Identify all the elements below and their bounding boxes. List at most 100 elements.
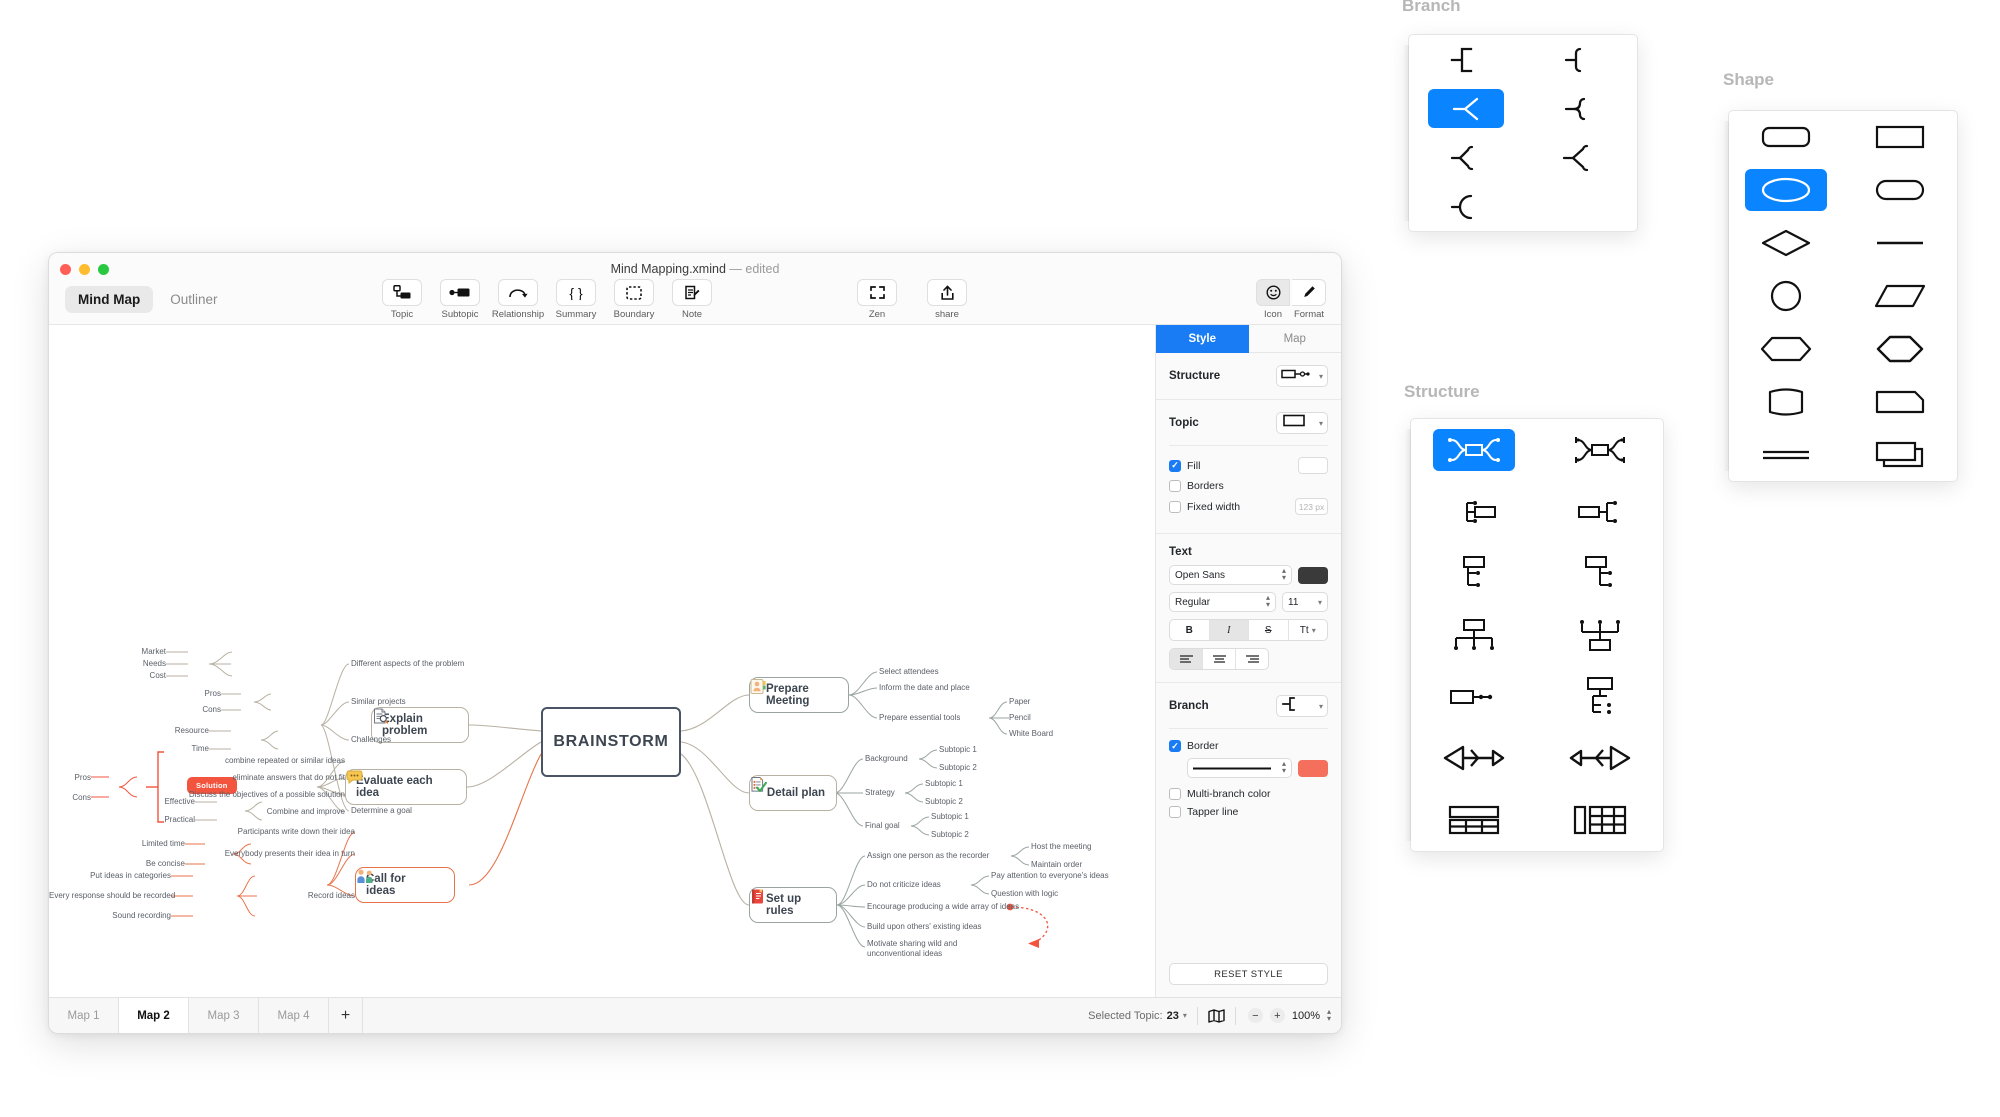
leaf-question-with-logic[interactable]: Question with logic — [991, 889, 1058, 898]
leaf-paper[interactable]: Paper — [1009, 697, 1030, 706]
strikethrough-button[interactable]: S — [1249, 620, 1289, 640]
leaf-final-goal-subtopic-2[interactable]: Subtopic 2 — [931, 830, 969, 839]
align-right-button[interactable] — [1236, 649, 1268, 669]
structure-dropdown[interactable]: ▾ — [1276, 365, 1328, 387]
borders-checkbox[interactable] — [1169, 480, 1181, 492]
fill-color-swatch[interactable] — [1298, 457, 1328, 474]
leaf-time[interactable]: Time — [169, 744, 209, 753]
inspector-toggle-icon[interactable]: Icon — [1255, 279, 1291, 320]
leaf-participants-write[interactable]: Participants write down their idea — [209, 827, 355, 836]
shape-option-diamond[interactable] — [1729, 217, 1843, 270]
leaf-cost[interactable]: Cost — [134, 671, 166, 680]
shape-option-double-line[interactable] — [1729, 428, 1843, 481]
leaf-do-not-criticize[interactable]: Do not criticize ideas — [867, 880, 941, 889]
inspector-toggle-format[interactable]: Format — [1291, 279, 1327, 320]
branch-style-dropdown[interactable]: ▾ — [1276, 695, 1328, 717]
leaf-sound-recording[interactable]: Sound recording — [71, 911, 171, 920]
leaf-prepare-essential-tools[interactable]: Prepare essential tools — [879, 713, 960, 722]
structure-option-tree-table[interactable] — [1537, 666, 1663, 728]
shape-option-cut-corner[interactable] — [1843, 375, 1957, 428]
shape-option-stadium[interactable] — [1843, 164, 1957, 217]
shape-option-hexagon-tall[interactable] — [1843, 322, 1957, 375]
leaf-be-concise[interactable]: Be concise — [115, 859, 185, 868]
map-tab-4[interactable]: Map 4 — [259, 998, 329, 1033]
leaf-every-response-recorded[interactable]: Every response should be recorded — [49, 891, 175, 900]
selected-topic-indicator[interactable]: Selected Topic: 23 ▾ — [1088, 1010, 1197, 1022]
leaf-motivate-sharing-wild[interactable]: Motivate sharing wild and unconventional… — [867, 939, 987, 959]
shape-option-hexagon-flat[interactable] — [1729, 322, 1843, 375]
structure-option-balanced-map-alt[interactable] — [1537, 419, 1663, 481]
leaf-different-aspects[interactable]: Different aspects of the problem — [351, 659, 464, 668]
structure-option-matrix[interactable] — [1411, 789, 1537, 851]
central-topic[interactable]: BRAINSTORM — [541, 707, 681, 777]
multi-branch-color-checkbox[interactable] — [1169, 788, 1181, 800]
map-tab-3[interactable]: Map 3 — [189, 998, 259, 1033]
branch-option-arrow-fork[interactable] — [1409, 84, 1523, 133]
topic-evaluate-each-idea[interactable]: Evaluate each idea — [345, 769, 467, 805]
leaf-build-upon-others[interactable]: Build upon others' existing ideas — [867, 922, 982, 931]
font-size-select[interactable]: 11 ▾ — [1282, 592, 1328, 612]
leaf-combine-repeated[interactable]: combine repeated or similar ideas — [199, 756, 345, 765]
toolbar-topic-button[interactable]: Topic — [379, 279, 425, 320]
font-weight-select[interactable]: Regular ▴ ▾ — [1169, 592, 1276, 612]
leaf-strategy-subtopic-2[interactable]: Subtopic 2 — [925, 797, 963, 806]
toolbar-zen-button[interactable]: Zen — [854, 279, 900, 320]
branch-option-round-bracket[interactable] — [1523, 35, 1637, 84]
toolbar-relationship-button[interactable]: Relationship — [492, 279, 544, 320]
toolbar-boundary-button[interactable]: Boundary — [611, 279, 657, 320]
leaf-determine-a-goal[interactable]: Determine a goal — [351, 806, 412, 815]
branch-line-style-select[interactable]: ▴ ▾ — [1187, 758, 1292, 778]
inspector-tab-map[interactable]: Map — [1248, 325, 1341, 353]
leaf-similar-pros[interactable]: Pros — [189, 689, 221, 698]
bold-button[interactable]: B — [1170, 620, 1210, 640]
leaf-final-goal-subtopic-1[interactable]: Subtopic 1 — [931, 812, 969, 821]
structure-option-org-down[interactable] — [1411, 604, 1537, 666]
leaf-strategy-subtopic-1[interactable]: Subtopic 1 — [925, 779, 963, 788]
leaf-needs[interactable]: Needs — [134, 659, 166, 668]
inspector-tab-style[interactable]: Style — [1156, 325, 1249, 353]
leaf-encourage-wide-array[interactable]: Encourage producing a wide array of idea… — [867, 902, 1019, 911]
leaf-background-subtopic-2[interactable]: Subtopic 2 — [939, 763, 977, 772]
leaf-discuss-objectives[interactable]: Discuss the objectives of a possible sol… — [179, 790, 345, 799]
topic-detail-plan[interactable]: Detail plan — [749, 775, 837, 811]
toolbar-share-button[interactable]: share — [924, 279, 970, 320]
align-left-button[interactable] — [1170, 649, 1203, 669]
topic-prepare-meeting[interactable]: Prepare Meeting — [749, 677, 849, 713]
map-overview-button[interactable] — [1198, 1008, 1235, 1023]
branch-color-swatch[interactable] — [1298, 759, 1328, 777]
shape-option-rounded-rect[interactable] — [1729, 111, 1843, 164]
branch-option-square-bracket[interactable] — [1409, 35, 1523, 84]
structure-option-balanced-map[interactable] — [1411, 419, 1537, 481]
map-tab-1[interactable]: Map 1 — [49, 998, 119, 1033]
leaf-solution-pros[interactable]: Pros — [69, 773, 91, 782]
leaf-everybody-presents[interactable]: Everybody presents their idea in turn — [199, 849, 355, 858]
mindmap-canvas[interactable]: BRAINSTORM Explain problem Evaluate each… — [49, 325, 1156, 997]
branch-option-arc[interactable] — [1409, 182, 1523, 231]
italic-button[interactable]: I — [1209, 620, 1249, 640]
toolbar-note-button[interactable]: Note — [669, 279, 715, 320]
add-map-button[interactable]: + — [329, 998, 363, 1033]
font-family-select[interactable]: Open Sans ▴ ▾ — [1169, 565, 1292, 585]
zoom-in-button[interactable]: + — [1269, 1008, 1285, 1023]
leaf-solution-cons[interactable]: Cons — [69, 793, 91, 802]
structure-option-fishbone-left[interactable] — [1411, 728, 1537, 790]
leaf-practical[interactable]: Practical — [155, 815, 195, 824]
branch-border-checkbox[interactable] — [1169, 740, 1181, 752]
font-color-swatch[interactable] — [1298, 566, 1328, 584]
toolbar-subtopic-button[interactable]: Subtopic — [437, 279, 483, 320]
shape-option-barrel[interactable] — [1729, 375, 1843, 428]
leaf-limited-time[interactable]: Limited time — [115, 839, 185, 848]
leaf-combine-improve[interactable]: Combine and improve — [199, 807, 345, 816]
map-tab-2[interactable]: Map 2 — [119, 998, 189, 1033]
shape-option-ellipse[interactable] — [1729, 164, 1843, 217]
structure-option-logic-left[interactable] — [1411, 481, 1537, 543]
leaf-market[interactable]: Market — [134, 647, 166, 656]
leaf-inform-date-place[interactable]: Inform the date and place — [879, 683, 970, 692]
leaf-challenges[interactable]: Challenges — [351, 735, 391, 744]
leaf-white-board[interactable]: White Board — [1009, 729, 1053, 738]
shape-option-stacked-rect[interactable] — [1843, 428, 1957, 481]
tapper-line-checkbox[interactable] — [1169, 806, 1181, 818]
branch-option-angle-fork[interactable] — [1409, 133, 1523, 182]
structure-option-tree-right[interactable] — [1537, 542, 1663, 604]
zoom-stepper-icon[interactable]: ▴ ▾ — [1327, 1007, 1331, 1023]
